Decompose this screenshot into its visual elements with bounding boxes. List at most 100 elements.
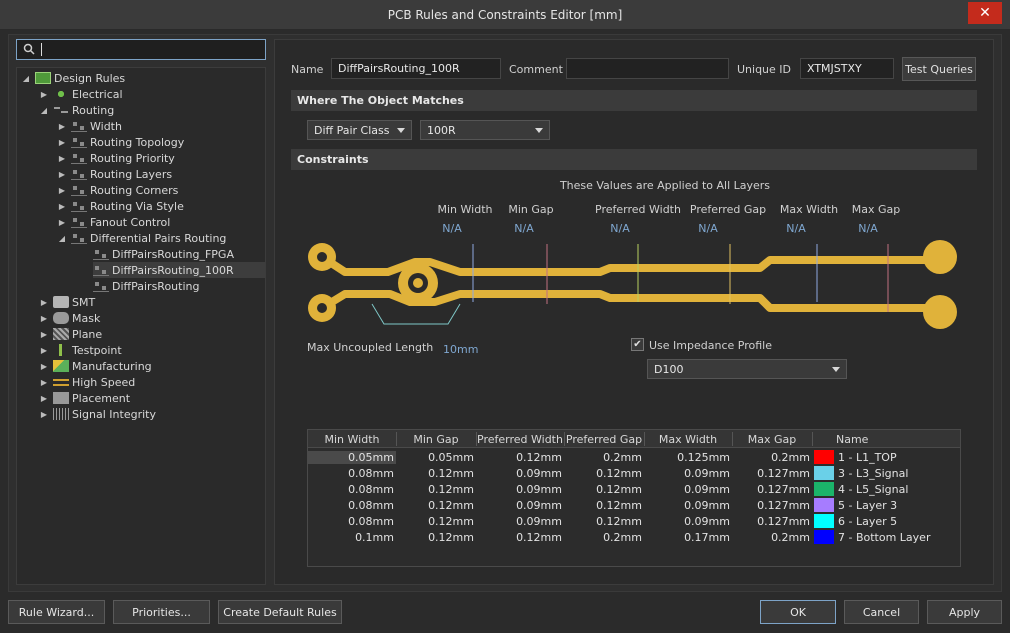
column-header[interactable]: Name	[836, 433, 876, 446]
apply-button[interactable]: Apply	[927, 600, 1002, 624]
collapse-arrow-icon[interactable]: ◢	[57, 234, 67, 243]
comment-field[interactable]	[566, 58, 729, 79]
expand-arrow-icon[interactable]: ▶	[39, 330, 49, 339]
cell-max-width[interactable]: 0.09mm	[644, 483, 730, 496]
table-row[interactable]: 0.08mm 0.12mm 0.09mm 0.12mm 0.09mm 0.127…	[308, 497, 960, 513]
max-uncoupled-length-value[interactable]: 10mm	[443, 343, 478, 356]
expand-arrow-icon[interactable]: ▶	[39, 410, 49, 419]
cell-pref-gap[interactable]: 0.12mm	[564, 467, 642, 480]
cell-pref-width[interactable]: 0.09mm	[476, 483, 562, 496]
cell-min-width[interactable]: 0.08mm	[308, 467, 394, 480]
cell-min-gap[interactable]: 0.12mm	[396, 467, 474, 480]
table-row[interactable]: 0.1mm 0.12mm 0.12mm 0.2mm 0.17mm 0.2mm 7…	[308, 529, 960, 545]
cell-max-gap[interactable]: 0.127mm	[732, 499, 810, 512]
tree-item-routing-priority[interactable]: ▶ Routing Priority	[57, 150, 175, 166]
tree-item-plane[interactable]: ▶ Plane	[39, 326, 102, 342]
tree-item-high-speed[interactable]: ▶ High Speed	[39, 374, 135, 390]
tree-item-fanout-control[interactable]: ▶ Fanout Control	[57, 214, 170, 230]
tree-item-placement[interactable]: ▶ Placement	[39, 390, 130, 406]
cell-pref-width[interactable]: 0.12mm	[476, 451, 562, 464]
column-header[interactable]: Preferred Gap	[564, 433, 644, 446]
test-queries-button[interactable]: Test Queries	[902, 57, 976, 81]
tree-item-signal-integrity[interactable]: ▶ Signal Integrity	[39, 406, 156, 422]
search-input[interactable]	[16, 39, 266, 60]
tree-item-diffpairsrouting-100r[interactable]: DiffPairsRouting_100R	[93, 262, 265, 278]
rule-wizard-button[interactable]: Rule Wizard...	[8, 600, 105, 624]
priorities-button[interactable]: Priorities...	[113, 600, 210, 624]
cell-max-gap[interactable]: 0.2mm	[732, 531, 810, 544]
cell-min-width[interactable]: 0.08mm	[308, 499, 394, 512]
expand-arrow-icon[interactable]: ▶	[57, 218, 67, 227]
impedance-profile-select[interactable]: D100	[647, 359, 847, 379]
column-header[interactable]: Max Width	[644, 433, 732, 446]
expand-arrow-icon[interactable]: ▶	[57, 202, 67, 211]
tree-item-electrical[interactable]: ▶ Electrical	[39, 86, 123, 102]
cancel-button[interactable]: Cancel	[844, 600, 919, 624]
cell-min-width[interactable]: 0.05mm	[308, 451, 396, 464]
unique-id-field[interactable]: XTMJSTXY	[800, 58, 894, 79]
cell-max-width[interactable]: 0.17mm	[644, 531, 730, 544]
cell-pref-gap[interactable]: 0.12mm	[564, 483, 642, 496]
cell-min-width[interactable]: 0.1mm	[308, 531, 394, 544]
tree-item-routing-topology[interactable]: ▶ Routing Topology	[57, 134, 184, 150]
cell-pref-width[interactable]: 0.09mm	[476, 467, 562, 480]
cell-max-width[interactable]: 0.09mm	[644, 467, 730, 480]
tree-item-testpoint[interactable]: ▶ Testpoint	[39, 342, 122, 358]
tree-item-mask[interactable]: ▶ Mask	[39, 310, 100, 326]
expand-arrow-icon[interactable]: ▶	[39, 314, 49, 323]
cell-max-width[interactable]: 0.09mm	[644, 499, 730, 512]
tree-item-routing-layers[interactable]: ▶ Routing Layers	[57, 166, 172, 182]
cell-pref-gap[interactable]: 0.12mm	[564, 499, 642, 512]
expand-arrow-icon[interactable]: ▶	[39, 394, 49, 403]
cell-pref-gap[interactable]: 0.12mm	[564, 515, 642, 528]
cell-max-gap[interactable]: 0.2mm	[732, 451, 810, 464]
cell-pref-gap[interactable]: 0.2mm	[564, 531, 642, 544]
cell-pref-gap[interactable]: 0.2mm	[564, 451, 642, 464]
tree-item-design-rules[interactable]: ◢ Design Rules	[21, 70, 125, 86]
table-row[interactable]: 0.08mm 0.12mm 0.09mm 0.12mm 0.09mm 0.127…	[308, 513, 960, 529]
tree-item-diffpairsrouting-fpga[interactable]: DiffPairsRouting_FPGA	[93, 246, 234, 262]
ok-button[interactable]: OK	[760, 600, 836, 624]
match-type-select[interactable]: Diff Pair Class	[307, 120, 412, 140]
tree-item-routing-via-style[interactable]: ▶ Routing Via Style	[57, 198, 184, 214]
cell-max-width[interactable]: 0.09mm	[644, 515, 730, 528]
use-impedance-checkbox[interactable]: ✔	[631, 338, 644, 351]
cell-max-width[interactable]: 0.125mm	[644, 451, 730, 464]
cell-min-width[interactable]: 0.08mm	[308, 483, 394, 496]
expand-arrow-icon[interactable]: ▶	[57, 138, 67, 147]
cell-max-gap[interactable]: 0.127mm	[732, 483, 810, 496]
cell-pref-width[interactable]: 0.12mm	[476, 531, 562, 544]
cell-pref-width[interactable]: 0.09mm	[476, 499, 562, 512]
match-value-select[interactable]: 100R	[420, 120, 550, 140]
cell-min-gap[interactable]: 0.05mm	[396, 451, 474, 464]
close-button[interactable]: ✕	[968, 2, 1002, 24]
expand-arrow-icon[interactable]: ▶	[39, 346, 49, 355]
expand-arrow-icon[interactable]: ▶	[57, 170, 67, 179]
cell-min-gap[interactable]: 0.12mm	[396, 515, 474, 528]
expand-arrow-icon[interactable]: ▶	[39, 298, 49, 307]
tree-item-smt[interactable]: ▶ SMT	[39, 294, 95, 310]
tree-item-routing[interactable]: ◢ Routing	[39, 102, 114, 118]
collapse-arrow-icon[interactable]: ◢	[21, 74, 31, 83]
expand-arrow-icon[interactable]: ▶	[39, 362, 49, 371]
create-default-rules-button[interactable]: Create Default Rules	[218, 600, 342, 624]
tree-item-manufacturing[interactable]: ▶ Manufacturing	[39, 358, 152, 374]
expand-arrow-icon[interactable]: ▶	[39, 378, 49, 387]
column-header[interactable]: Min Width	[308, 433, 396, 446]
name-field[interactable]: DiffPairsRouting_100R	[331, 58, 501, 79]
tree-item-differential-pairs-routing[interactable]: ◢ Differential Pairs Routing	[57, 230, 227, 246]
expand-arrow-icon[interactable]: ▶	[57, 122, 67, 131]
tree-item-width[interactable]: ▶ Width	[57, 118, 122, 134]
cell-min-width[interactable]: 0.08mm	[308, 515, 394, 528]
table-row[interactable]: 0.08mm 0.12mm 0.09mm 0.12mm 0.09mm 0.127…	[308, 465, 960, 481]
expand-arrow-icon[interactable]: ▶	[39, 90, 49, 99]
expand-arrow-icon[interactable]: ▶	[57, 186, 67, 195]
column-header[interactable]: Min Gap	[396, 433, 476, 446]
collapse-arrow-icon[interactable]: ◢	[39, 106, 49, 115]
cell-min-gap[interactable]: 0.12mm	[396, 531, 474, 544]
tree-item-routing-corners[interactable]: ▶ Routing Corners	[57, 182, 178, 198]
cell-pref-width[interactable]: 0.09mm	[476, 515, 562, 528]
table-row[interactable]: 0.05mm 0.05mm 0.12mm 0.2mm 0.125mm 0.2mm…	[308, 449, 960, 465]
cell-max-gap[interactable]: 0.127mm	[732, 515, 810, 528]
cell-max-gap[interactable]: 0.127mm	[732, 467, 810, 480]
